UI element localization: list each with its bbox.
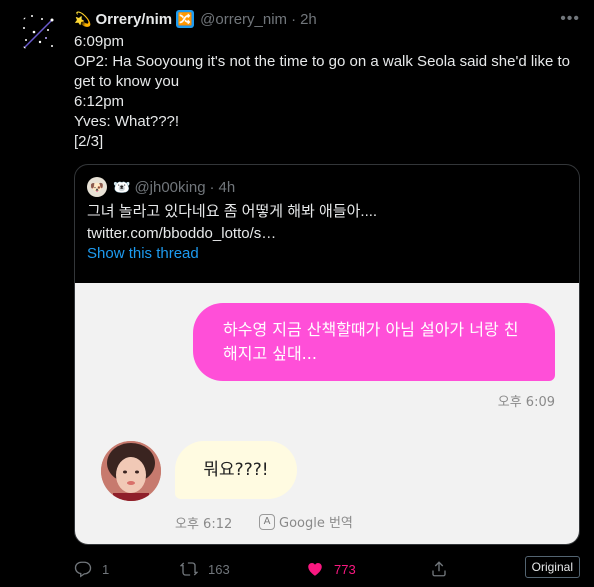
tweet-text: 6:09pm OP2: Ha Sooyoung it's not the tim… [74, 32, 579, 152]
original-button[interactable]: Original [524, 556, 580, 578]
share-icon [432, 561, 446, 577]
incoming-time: 오후 6:12 [175, 517, 233, 532]
polar-bear-emoji: 🐻‍❄️ [113, 178, 131, 195]
reply-icon [74, 561, 92, 578]
quoted-author-avatar[interactable]: 🐶 [87, 177, 107, 197]
tweet-line: Yves: What???! [74, 113, 180, 130]
tweet-line: OP2: Ha Sooyoung it's not the time to go… [74, 53, 575, 90]
heart-icon [308, 563, 322, 576]
tweet-line: 6:12pm [74, 93, 125, 110]
quoted-tweet-time[interactable]: 4h [219, 179, 236, 196]
tweet-line: [2/3] [74, 133, 104, 150]
incoming-message: 뭐요???! [175, 441, 297, 499]
translate-label: Google 번역 [279, 516, 353, 531]
author-handle[interactable]: @orrery_nim [200, 11, 287, 28]
more-options-icon[interactable]: ••• [560, 10, 580, 28]
reply-count: 1 [102, 561, 110, 577]
chat-screenshot[interactable]: 하수영 지금 산책할때가 아님 설아가 너랑 친해지고 싶대... 오후 6:0… [75, 283, 579, 544]
tweet-actions: 1 163 773 Original [74, 556, 580, 580]
contact-avatar [101, 441, 161, 501]
retweet-icon [180, 562, 198, 576]
quoted-text: 그녀 놀라고 있다네요 좀 어떻게 해봐 애들아.... [87, 203, 378, 220]
retweet-count: 163 [208, 561, 230, 577]
quoted-link[interactable]: twitter.com/bboddo_lotto/s… [87, 223, 567, 245]
tweet-header: 💫 Orrery/nim 🔀 @orrery_nim · 2h [74, 8, 584, 30]
outgoing-time: 오후 6:09 [497, 395, 555, 410]
contact-photo [101, 441, 161, 501]
quoted-tweet-header: 🐶 🐻‍❄️ @jh00king · 4h [87, 177, 235, 197]
separator: · [291, 10, 297, 28]
quoted-tweet-text: 그녀 놀라고 있다네요 좀 어떻게 해봐 애들아.... twitter.com… [87, 201, 567, 245]
like-count: 773 [334, 561, 356, 577]
quoted-author-handle[interactable]: @jh00king [134, 179, 205, 196]
retweet-button[interactable]: 163 [180, 558, 230, 580]
like-button[interactable]: 773 [306, 558, 356, 580]
quoted-tweet[interactable]: 🐶 🐻‍❄️ @jh00king · 4h 그녀 놀라고 있다네요 좀 어떻게 … [74, 164, 580, 545]
show-thread-link[interactable]: Show this thread [87, 245, 199, 262]
comet-emoji: 💫 [74, 10, 92, 27]
outgoing-message: 하수영 지금 산책할때가 아님 설아가 너랑 친해지고 싶대... [193, 303, 555, 381]
google-translate-button[interactable]: A Google 번역 [259, 512, 353, 531]
tweet-line: 6:09pm [74, 33, 125, 50]
author-name[interactable]: Orrery/nim [95, 11, 172, 28]
constellation-icon [18, 12, 60, 54]
author-avatar[interactable] [18, 12, 60, 54]
translate-icon: A [259, 513, 275, 530]
separator: · [209, 178, 215, 196]
reply-button[interactable]: 1 [74, 558, 109, 580]
tweet-time[interactable]: 2h [300, 11, 317, 28]
shuffle-icon: 🔀 [176, 10, 195, 28]
share-button[interactable] [430, 558, 458, 580]
